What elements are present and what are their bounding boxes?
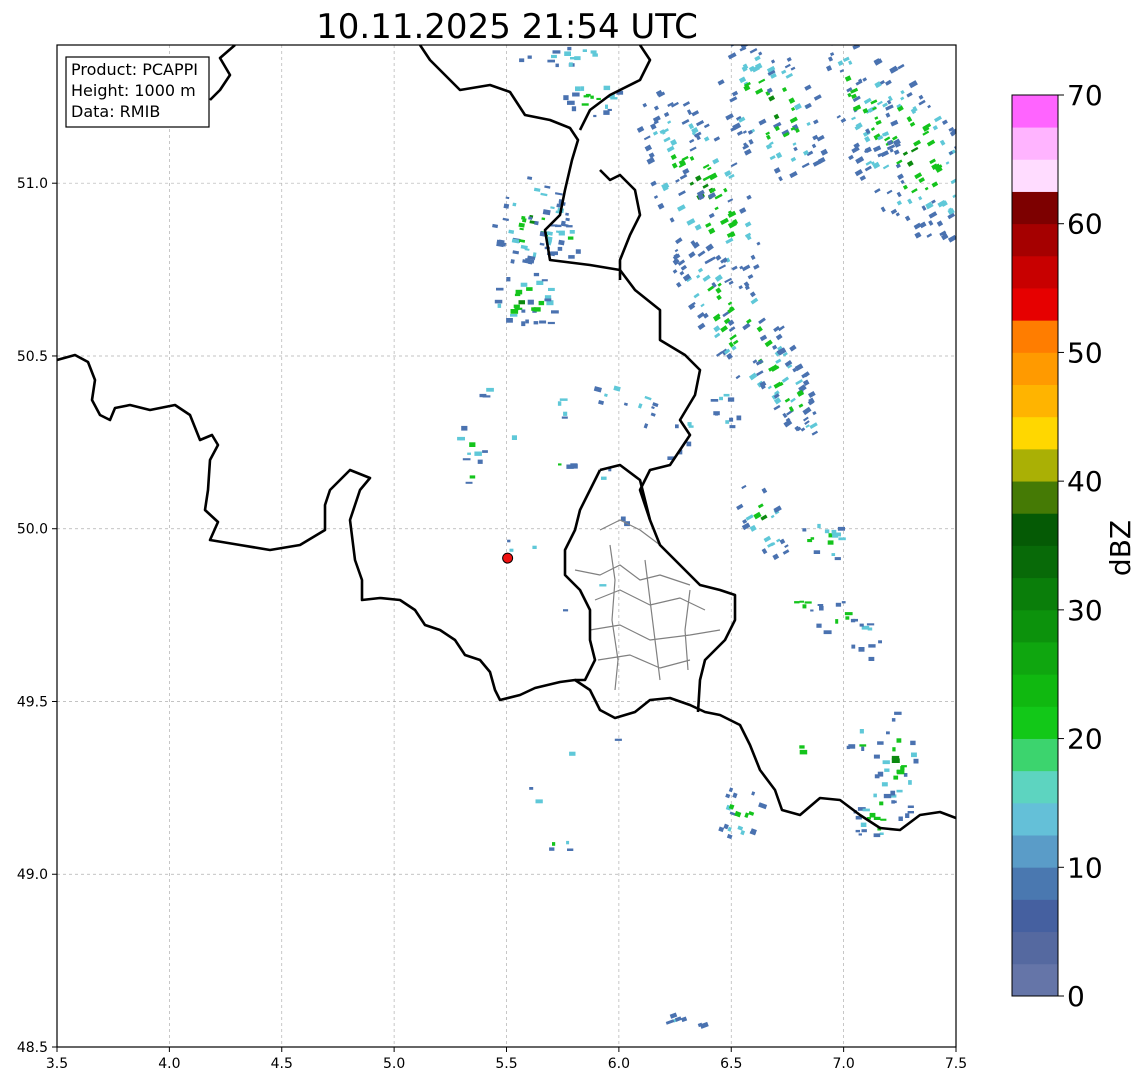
colorbar-segment <box>1012 288 1058 321</box>
colorbar-ticks: 0 10 20 30 40 50 60 70 <box>1058 79 1103 1013</box>
colorbar-segment <box>1012 642 1058 675</box>
colorbar-segment <box>1012 674 1058 707</box>
colorbar-segment <box>1012 127 1058 160</box>
x-axis-ticks: 3.5 4.0 4.5 5.0 5.5 6.0 6.5 7.0 7.5 <box>46 1047 967 1072</box>
colorbar: 0 10 20 30 40 50 60 70 dBZ <box>1011 79 1137 1013</box>
x-tick-label: 5.0 <box>383 1056 405 1072</box>
colorbar-tick-label: 60 <box>1067 208 1103 241</box>
colorbar-tick-label: 50 <box>1067 336 1103 369</box>
colorbar-segment <box>1012 481 1058 514</box>
y-axis-ticks: 51.0 50.5 50.0 49.5 49.0 48.5 <box>17 176 57 1056</box>
colorbar-segment <box>1012 770 1058 804</box>
x-tick-label: 7.5 <box>945 1056 967 1072</box>
colorbar-segment <box>1012 95 1058 128</box>
x-tick-label: 6.5 <box>720 1056 742 1072</box>
colorbar-segment <box>1012 384 1058 418</box>
figure-title: 10.11.2025 21:54 UTC <box>316 7 698 47</box>
x-tick-label: 4.0 <box>158 1056 180 1072</box>
x-tick-label: 4.5 <box>271 1056 293 1072</box>
colorbar-segment <box>1012 577 1058 611</box>
colorbar-segment <box>1012 738 1058 772</box>
x-tick-label: 7.0 <box>832 1056 854 1072</box>
radar-site-marker <box>502 552 514 564</box>
colorbar-tick-label: 70 <box>1067 79 1103 112</box>
y-tick-label: 49.0 <box>17 867 48 883</box>
colorbar-segment <box>1012 352 1058 386</box>
info-data-source: Data: RMIB <box>71 102 160 121</box>
colorbar-segment <box>1012 513 1058 546</box>
colorbar-segment <box>1012 320 1058 353</box>
echo-cluster <box>563 609 569 612</box>
colorbar-segment <box>1012 867 1058 900</box>
colorbar-segment <box>1012 963 1058 997</box>
echo-cluster <box>511 435 517 440</box>
colorbar-segment <box>1012 802 1058 836</box>
colorbar-segment <box>1012 931 1058 965</box>
colorbar-segment <box>1012 255 1058 289</box>
radar-figure: 10.11.2025 21:54 UTC Product: PCAPPI Hei… <box>17 7 1137 1072</box>
colorbar-tick-label: 10 <box>1067 851 1103 884</box>
y-tick-label: 50.5 <box>17 349 48 365</box>
info-box: Product: PCAPPI Height: 1000 m Data: RMI… <box>65 56 210 128</box>
colorbar-segment <box>1012 191 1058 225</box>
colorbar-segment <box>1012 545 1058 579</box>
colorbar-tick-label: 0 <box>1067 980 1085 1013</box>
info-product: Product: PCAPPI <box>71 60 198 79</box>
y-tick-label: 48.5 <box>17 1040 48 1056</box>
colorbar-title: dBZ <box>1104 520 1137 576</box>
x-tick-label: 5.5 <box>495 1056 517 1072</box>
y-tick-label: 50.0 <box>17 522 48 538</box>
info-height: Height: 1000 m <box>71 81 196 100</box>
echo-cluster <box>614 738 622 741</box>
y-tick-label: 49.5 <box>17 694 48 710</box>
colorbar-tick-label: 40 <box>1067 465 1103 498</box>
colorbar-tick-label: 20 <box>1067 723 1103 756</box>
colorbar-segment <box>1012 448 1058 482</box>
colorbar-segment <box>1012 159 1058 192</box>
colorbar-segment <box>1012 706 1058 739</box>
y-tick-label: 51.0 <box>17 176 48 192</box>
echo-cluster <box>599 584 607 587</box>
echo-cluster <box>532 545 537 549</box>
colorbar-segment <box>1012 835 1058 868</box>
colorbar-segments <box>1012 95 1058 997</box>
x-tick-label: 3.5 <box>46 1056 68 1072</box>
echo-cluster <box>569 751 576 756</box>
x-tick-label: 6.0 <box>608 1056 630 1072</box>
colorbar-segment <box>1012 609 1058 643</box>
colorbar-segment <box>1012 223 1058 257</box>
map-panel: Product: PCAPPI Height: 1000 m Data: RMI… <box>56 44 957 1048</box>
colorbar-tick-label: 30 <box>1067 594 1103 627</box>
colorbar-segment <box>1012 899 1058 933</box>
colorbar-segment <box>1012 416 1058 450</box>
